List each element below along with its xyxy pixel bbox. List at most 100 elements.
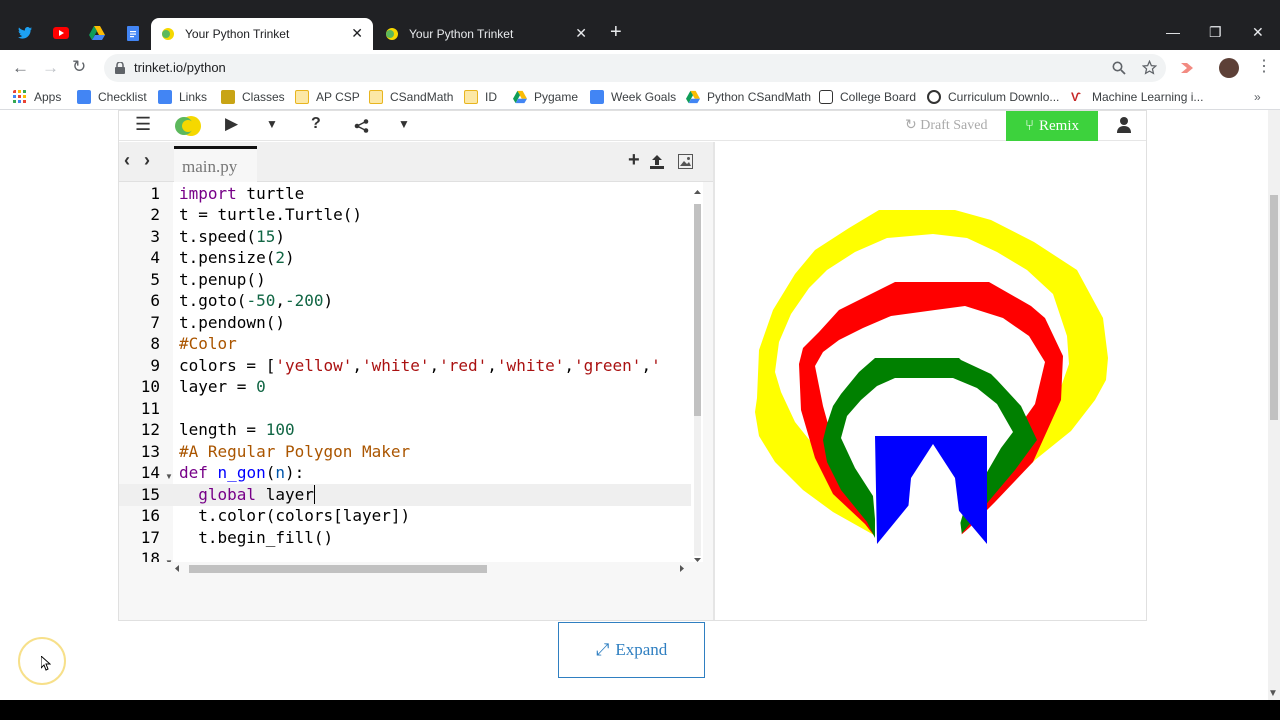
close-window-button[interactable]: ✕	[1252, 24, 1264, 41]
add-file-icon[interactable]: +	[628, 149, 640, 172]
reload-button[interactable]: ↻	[72, 57, 86, 77]
line-number: 8	[150, 334, 160, 353]
code-vertical-scrollbar[interactable]	[692, 190, 703, 562]
minimize-button[interactable]: —	[1166, 24, 1180, 40]
scroll-down-arrow[interactable]: ▼	[1268, 688, 1278, 699]
bookmark-college-board[interactable]: College Board	[819, 90, 916, 104]
profile-avatar[interactable]	[1219, 58, 1239, 78]
bookmark-machine-learning[interactable]: Ѵ Machine Learning i...	[1071, 90, 1203, 104]
bookmarks-overflow-icon[interactable]: »	[1254, 90, 1261, 104]
bookmark-label: AP CSP	[316, 90, 360, 104]
remix-button[interactable]: ⑂ Remix	[1006, 111, 1098, 141]
code-horizontal-scrollbar[interactable]	[175, 562, 687, 576]
bookmark-pygame[interactable]: Pygame	[513, 90, 578, 104]
bookmark-label: Apps	[34, 90, 62, 104]
code-line: t.pendown()	[179, 313, 285, 332]
bookmark-apps[interactable]: Apps	[13, 90, 61, 104]
extension-icon[interactable]	[1179, 61, 1195, 75]
line-number: 5	[150, 270, 160, 289]
user-icon[interactable]	[1117, 116, 1131, 134]
bookmark-label: ID	[485, 90, 497, 104]
bookmark-label: Pygame	[534, 90, 579, 104]
image-icon[interactable]	[678, 154, 693, 169]
code-line: t.color(colors[layer])	[179, 506, 411, 525]
chevron-left-icon[interactable]: ‹	[124, 150, 130, 171]
youtube-pinned-tab[interactable]	[50, 22, 72, 44]
draft-status: ↻ Draft Saved	[905, 117, 988, 134]
run-button[interactable]: ▶	[225, 114, 238, 134]
bookmark-week-goals[interactable]: Week Goals	[590, 90, 676, 104]
line-number: 10	[140, 377, 160, 396]
close-tab-icon[interactable]: ✕	[575, 25, 587, 42]
code-line: t.speed(15)	[179, 227, 285, 246]
back-button[interactable]: ←	[12, 58, 29, 78]
bookmark-curriculum[interactable]: Curriculum Downlo...	[927, 90, 1059, 104]
zoom-icon[interactable]	[1112, 61, 1126, 75]
run-options-dropdown[interactable]: ▼	[266, 117, 278, 131]
bookmark-python-csandmath[interactable]: Python CSandMath	[686, 90, 811, 104]
docs-icon	[77, 90, 91, 104]
line-number: 1	[150, 184, 160, 203]
classroom-icon	[221, 90, 235, 104]
remix-label: Remix	[1039, 117, 1079, 134]
folder-icon	[295, 90, 309, 104]
bookmark-links[interactable]: Links	[158, 90, 207, 104]
fold-marker-icon[interactable]: ▼	[165, 472, 173, 481]
line-number: 13	[140, 442, 160, 461]
bookmark-csandmath[interactable]: CSandMath	[369, 90, 453, 104]
google-docs-icon	[127, 25, 139, 41]
line-number: 16	[140, 506, 160, 525]
code-line: t.begin_fill()	[179, 528, 334, 547]
tab-inactive[interactable]: Your Python Trinket ✕	[375, 18, 597, 50]
forward-button[interactable]: →	[42, 58, 59, 78]
youtube-icon	[53, 27, 69, 39]
bookmark-ap-csp[interactable]: AP CSP	[295, 90, 360, 104]
close-tab-icon[interactable]: ✕	[351, 25, 363, 42]
scrollbar-thumb[interactable]	[1270, 195, 1278, 420]
twitter-pinned-tab[interactable]	[14, 22, 36, 44]
trinket-logo-icon[interactable]	[171, 115, 205, 137]
line-number: 3	[150, 227, 160, 246]
tab-title: Your Python Trinket	[409, 27, 514, 41]
browser-menu-icon[interactable]: ⋮	[1256, 56, 1272, 76]
address-bar[interactable]: trinket.io/python	[104, 54, 1166, 82]
code-line: def n_gon(n):	[179, 463, 305, 482]
trinket-toolbar: ☰ ▶ ▼ ? ▼ ↻ Draft Saved ⑂ Remix	[119, 111, 1146, 141]
bookmark-classes[interactable]: Classes	[221, 90, 285, 104]
file-tab-main[interactable]: main.py	[174, 146, 257, 182]
more-options-dropdown[interactable]: ▼	[398, 117, 410, 131]
bookmarks-bar: Apps Checklist Links Classes AP CSP CSan…	[0, 86, 1280, 110]
new-tab-button[interactable]: +	[610, 21, 622, 44]
bookmark-checklist[interactable]: Checklist	[77, 90, 147, 104]
mouse-pointer-icon	[41, 656, 51, 671]
trinket-embed: ☰ ▶ ▼ ? ▼ ↻ Draft Saved ⑂ Remix ‹ › main.…	[118, 110, 1147, 621]
code-line: t.goto(-50,-200)	[179, 291, 334, 310]
share-icon[interactable]	[354, 119, 369, 133]
fork-icon: ⑂	[1024, 117, 1034, 134]
editor-pane: ‹ › main.py + 1 2 3 4 5 6 7 8 9 10 11 12…	[119, 142, 713, 620]
line-number: 14	[140, 463, 160, 482]
google-drive-icon	[89, 26, 105, 40]
fold-marker-icon[interactable]: ▼	[165, 558, 173, 562]
bookmark-id[interactable]: ID	[464, 90, 497, 104]
code-line: colors = ['yellow','white','red','white'…	[179, 356, 661, 375]
chevron-right-icon[interactable]: ›	[144, 150, 150, 171]
restore-button[interactable]: ❐	[1209, 24, 1222, 41]
docs-pinned-tab[interactable]	[122, 22, 144, 44]
browser-tab-strip: Your Python Trinket ✕ Your Python Trinke…	[0, 0, 1280, 50]
bookmark-label: CSandMath	[390, 90, 454, 104]
upload-icon[interactable]	[649, 154, 665, 170]
code-line: t.pensize(2)	[179, 248, 295, 267]
drive-pinned-tab[interactable]	[86, 22, 108, 44]
expand-icon: ⤢	[595, 640, 610, 659]
page-scrollbar[interactable]	[1268, 110, 1280, 700]
help-icon[interactable]: ?	[311, 115, 321, 133]
menu-icon[interactable]: ☰	[135, 114, 151, 135]
expand-button[interactable]: ⤢ Expand	[558, 622, 705, 678]
shield-icon	[819, 90, 833, 104]
google-drive-icon	[686, 90, 700, 104]
bookmark-star-icon[interactable]	[1142, 60, 1157, 75]
twitter-icon	[18, 27, 32, 39]
tab-active[interactable]: Your Python Trinket ✕	[151, 18, 373, 50]
code-editor[interactable]: 1 2 3 4 5 6 7 8 9 10 11 12 13 14 15 16 1…	[119, 182, 703, 562]
